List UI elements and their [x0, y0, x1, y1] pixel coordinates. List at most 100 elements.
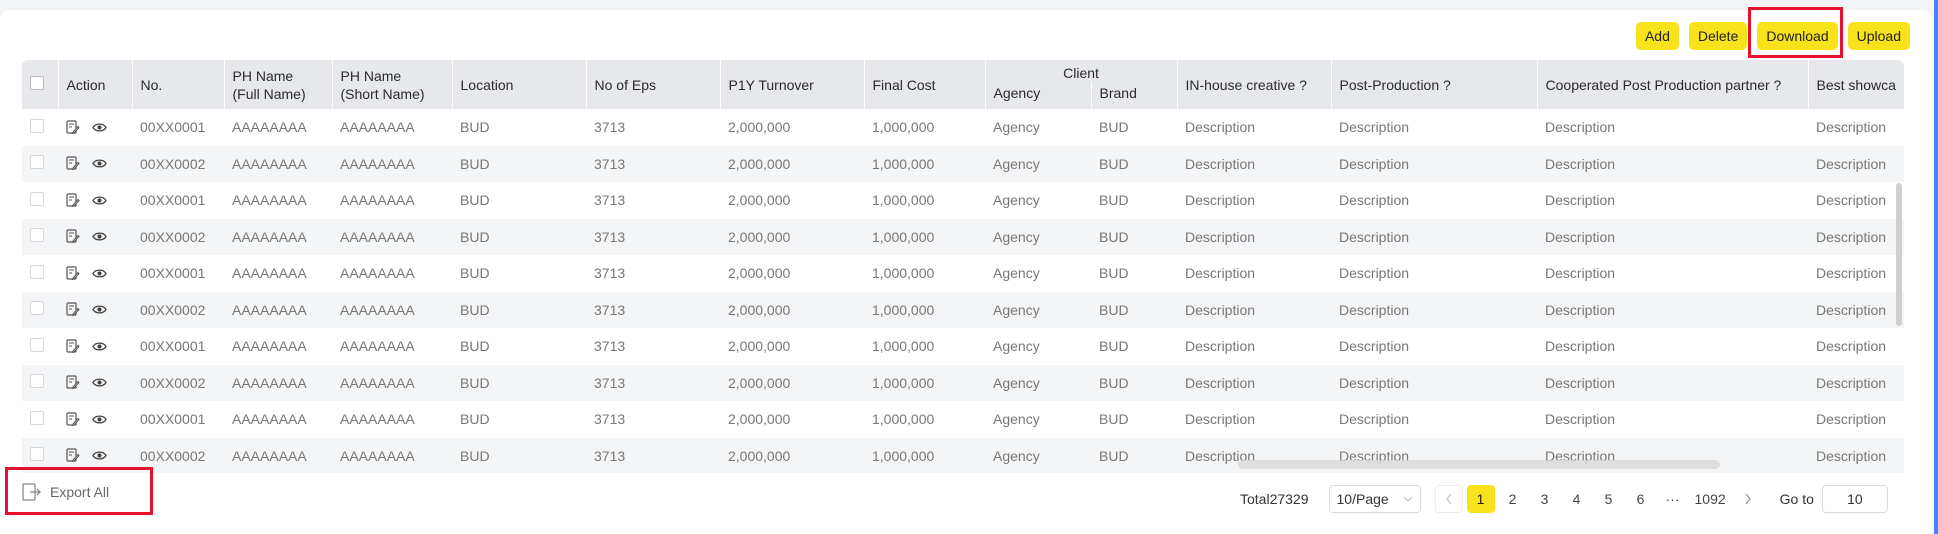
edit-icon[interactable]	[66, 448, 80, 463]
header-ph-full-name[interactable]: PH Name (Full Name)	[224, 60, 333, 109]
view-eye-icon[interactable]	[92, 122, 107, 133]
header-inhouse-creative[interactable]: IN-house creative ?	[1177, 60, 1332, 109]
row-actions	[58, 145, 132, 182]
row-checkbox[interactable]	[30, 118, 44, 133]
cell-post-production: Description	[1339, 119, 1410, 136]
pagination: Total27329 10/Page 1 2 3 4 5 6 ··· 1092 …	[1240, 485, 1888, 513]
row-checkbox[interactable]	[30, 155, 44, 170]
edit-icon[interactable]	[66, 120, 80, 135]
edit-icon[interactable]	[66, 412, 80, 427]
edit-icon[interactable]	[66, 156, 80, 171]
next-page-button[interactable]	[1733, 485, 1762, 513]
upload-button[interactable]: Upload	[1847, 22, 1910, 50]
header-post-production[interactable]: Post-Production ?	[1331, 60, 1538, 109]
header-final-cost[interactable]: Final Cost	[864, 60, 986, 109]
edit-icon[interactable]	[66, 266, 80, 281]
view-eye-icon[interactable]	[92, 268, 107, 279]
more-pages-button[interactable]: ···	[1658, 485, 1687, 513]
row-checkbox[interactable]	[30, 228, 44, 243]
row-checkbox[interactable]	[30, 264, 44, 279]
view-eye-icon[interactable]	[92, 231, 107, 242]
header-ph-short-line2: (Short Name)	[340, 85, 425, 102]
view-eye-icon[interactable]	[92, 341, 107, 352]
cell-no: 00XX0001	[140, 265, 206, 282]
page-3-button[interactable]: 3	[1530, 485, 1559, 513]
cell-brand: BUD	[1091, 364, 1178, 401]
row-checkbox[interactable]	[30, 337, 44, 352]
header-p1y-turnover[interactable]: P1Y Turnover	[720, 60, 865, 109]
page-5-button[interactable]: 5	[1594, 485, 1623, 513]
cell-inhouse-creative: Description	[1185, 119, 1256, 136]
row-actions	[58, 291, 132, 328]
cell-p1y-turnover: 2,000,000	[728, 411, 791, 428]
header-post-partner[interactable]: Cooperated Post Production partner ?	[1537, 60, 1809, 109]
goto-page-input[interactable]	[1821, 485, 1888, 513]
cell-final-cost: 1,000,000	[864, 437, 985, 473]
row-checkbox[interactable]	[30, 410, 44, 425]
last-page-button[interactable]: 1092	[1690, 485, 1730, 513]
cell-post-production: Description	[1339, 265, 1410, 282]
edit-icon[interactable]	[66, 193, 80, 208]
cell-best-showcase: Description	[1816, 119, 1887, 136]
cell-p1y-turnover: 2,000,000	[720, 218, 864, 255]
cell-final-cost: 1,000,000	[864, 291, 985, 328]
cell-agency: Agency	[985, 145, 1091, 182]
chevron-down-icon	[1403, 496, 1412, 502]
select-all-checkbox[interactable]	[30, 75, 44, 90]
edit-icon[interactable]	[66, 339, 80, 354]
view-eye-icon[interactable]	[92, 450, 107, 461]
cell-final-cost: 1,000,000	[872, 338, 935, 355]
cell-ph-short-name: AAAAAAAA	[332, 437, 452, 473]
cell-ph-short-name: AAAAAAAA	[332, 145, 452, 182]
cell-ph-full-name: AAAAAAAA	[232, 192, 307, 209]
table-row: 00XX0001 AAAAAAAA AAAAAAAA BUD 3713 2,000,000…	[22, 182, 1904, 219]
delete-button[interactable]: Delete	[1688, 22, 1748, 50]
horizontal-scrollbar[interactable]	[1238, 460, 1720, 469]
header-best-showcase[interactable]: Best showca	[1808, 60, 1904, 109]
cell-ph-short-name: AAAAAAAA	[340, 411, 415, 428]
cell-no-of-eps: 3713	[586, 291, 720, 328]
header-ph-short-name[interactable]: PH Name (Short Name)	[332, 60, 453, 109]
page-1-button[interactable]: 1	[1466, 485, 1495, 513]
cell-no: 00XX0002	[132, 291, 224, 328]
row-checkbox[interactable]	[30, 301, 44, 316]
row-checkbox[interactable]	[30, 447, 44, 462]
cell-brand: BUD	[1091, 291, 1178, 328]
goto-page: Go to	[1780, 485, 1888, 513]
row-select-cell	[22, 364, 58, 401]
cell-no-of-eps: 3713	[586, 364, 720, 401]
view-eye-icon[interactable]	[92, 377, 107, 388]
row-select-cell	[22, 328, 58, 365]
row-select-cell	[22, 218, 58, 255]
view-eye-icon[interactable]	[92, 158, 107, 169]
edit-icon[interactable]	[66, 229, 80, 244]
view-eye-icon[interactable]	[92, 195, 107, 206]
row-checkbox[interactable]	[30, 191, 44, 206]
add-button[interactable]: Add	[1635, 22, 1679, 50]
header-no-of-eps[interactable]: No of Eps	[586, 60, 721, 109]
header-location[interactable]: Location	[452, 60, 587, 109]
goto-label: Go to	[1779, 491, 1814, 507]
cell-best-showcase: Description	[1816, 411, 1887, 428]
cell-location: BUD	[452, 145, 586, 182]
cell-no: 00XX0001	[140, 119, 206, 136]
page-4-button[interactable]: 4	[1562, 485, 1591, 513]
cell-location: BUD	[452, 291, 586, 328]
page-6-button[interactable]: 6	[1626, 485, 1655, 513]
cell-p1y-turnover: 2,000,000	[720, 437, 864, 473]
header-brand[interactable]: Brand	[1091, 82, 1178, 109]
row-checkbox[interactable]	[30, 374, 44, 389]
edit-icon[interactable]	[66, 302, 80, 317]
page-2-button[interactable]: 2	[1498, 485, 1527, 513]
page-size-select[interactable]: 10/Page	[1328, 485, 1421, 513]
view-eye-icon[interactable]	[92, 304, 107, 315]
header-no[interactable]: No.	[132, 60, 225, 109]
row-actions	[58, 182, 132, 219]
header-action: Action	[58, 60, 133, 109]
vertical-scrollbar[interactable]	[1896, 183, 1902, 326]
prev-page-button[interactable]	[1434, 485, 1463, 513]
header-agency[interactable]: Agency	[985, 82, 1092, 109]
edit-icon[interactable]	[66, 375, 80, 390]
cell-brand: BUD	[1091, 145, 1178, 182]
view-eye-icon[interactable]	[92, 414, 107, 425]
